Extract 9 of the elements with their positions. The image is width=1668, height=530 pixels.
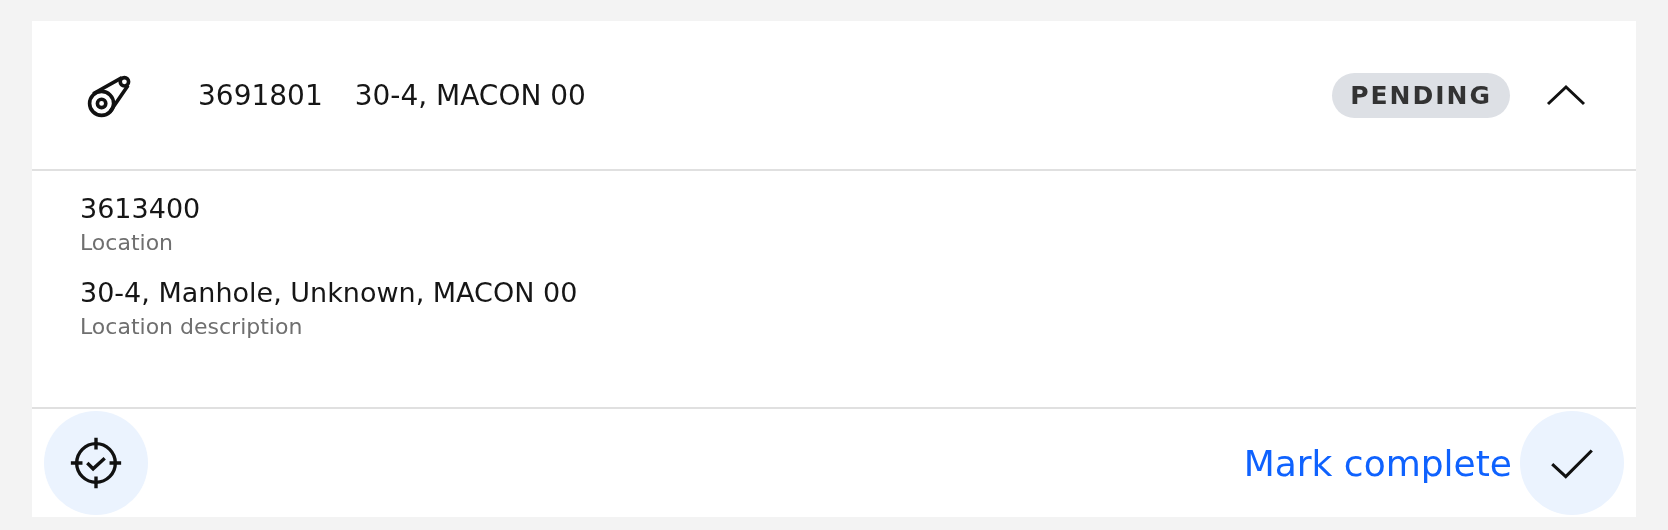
- field-value: 30-4, Manhole, Unknown, MACON 00: [80, 277, 579, 308]
- field-label: Location: [80, 230, 175, 255]
- work-order-id: 3691801: [198, 78, 323, 112]
- field-label: Location description: [80, 314, 304, 339]
- work-order-title: 30-4, MACON 00: [354, 78, 586, 112]
- mark-complete-link[interactable]: Mark complete: [1243, 442, 1512, 484]
- status-badge: PENDING: [1332, 72, 1510, 118]
- field-value: 3613400: [80, 193, 202, 224]
- chevron-icon: [1546, 83, 1586, 107]
